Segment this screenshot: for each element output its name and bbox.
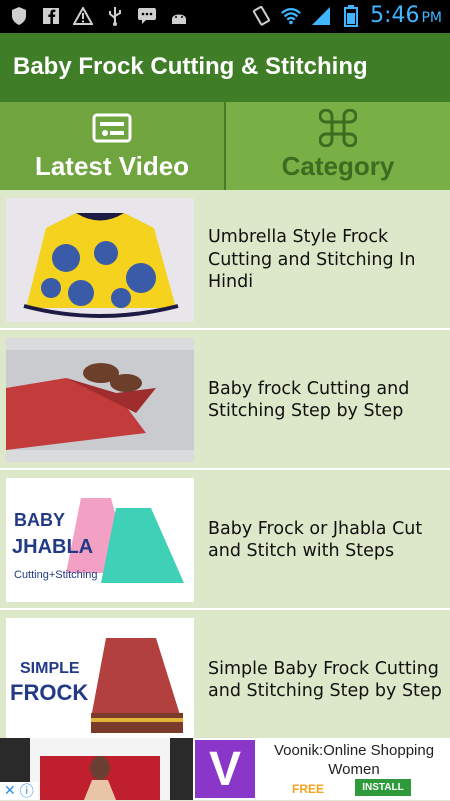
app-title: Baby Frock Cutting & Stitching (13, 53, 368, 80)
wifi-icon (280, 5, 302, 27)
video-list: Umbrella Style Frock Cutting and Stitchi… (0, 190, 450, 738)
status-bar: 5:46 PM (0, 0, 450, 33)
warning-icon (72, 5, 94, 27)
video-thumbnail (6, 198, 194, 322)
video-card-icon (92, 111, 132, 145)
thumb-text-jhabla: JHABLA (12, 536, 93, 558)
ad-title: Voonik:Online Shopping Women (273, 742, 435, 778)
ad-free-label: FREE (292, 782, 325, 796)
thumb-text-cutting: Cutting+Stitching (14, 569, 97, 581)
command-icon (319, 108, 357, 147)
facebook-icon (40, 5, 62, 27)
thumb-text-baby: BABY (14, 510, 65, 530)
usb-icon (104, 5, 126, 27)
tab-label: Category (281, 150, 395, 181)
vibrate-icon (250, 5, 272, 27)
list-item[interactable]: Umbrella Style Frock Cutting and Stitchi… (0, 190, 450, 330)
video-title: Baby Frock or Jhabla Cut and Stitch with… (208, 518, 423, 562)
list-item[interactable]: Baby frock Cutting and Stitching Step by… (0, 330, 450, 470)
thumb-text-simple: SIMPLE (20, 660, 80, 677)
video-thumbnail: SIMPLE FROCK (6, 618, 194, 738)
thumb-text-frock: FROCK (10, 680, 88, 705)
signal-icon (310, 5, 332, 27)
video-title: Baby frock Cutting and Stitching Step by… (208, 378, 410, 422)
shield-icon (8, 5, 30, 27)
status-time: 5:46 PM (370, 3, 442, 28)
android-icon (168, 5, 190, 27)
list-item[interactable]: SIMPLE FROCK Simple Baby Frock Cutting a… (0, 610, 450, 738)
tab-label: Latest Video (34, 150, 190, 181)
app-bar: Baby Frock Cutting & Stitching (0, 33, 450, 102)
tab-category[interactable]: Category (226, 102, 450, 190)
ad-close[interactable]: ✕ ⓘ (0, 782, 38, 800)
video-thumbnail (6, 338, 194, 462)
ad-banner[interactable]: ✕ ⓘ V Voonik:Online Shopping Women FREE … (0, 738, 450, 800)
voonik-logo: V (195, 740, 255, 798)
list-item[interactable]: BABY JHABLA Cutting+Stitching Baby Frock… (0, 470, 450, 610)
video-title: Umbrella Style Frock Cutting and Stitchi… (208, 227, 416, 293)
close-icon[interactable]: ✕ (4, 783, 16, 799)
video-title: Simple Baby Frock Cutting and Stitching … (208, 658, 442, 702)
battery-icon (340, 4, 362, 27)
video-thumbnail: BABY JHABLA Cutting+Stitching (6, 478, 194, 602)
tab-latest-video[interactable]: Latest Video (0, 102, 226, 190)
tab-bar: Latest Video Category (0, 102, 450, 190)
chat-icon (136, 5, 158, 27)
info-icon[interactable]: ⓘ (20, 781, 34, 801)
ad-install-button[interactable]: INSTALL (355, 779, 411, 796)
